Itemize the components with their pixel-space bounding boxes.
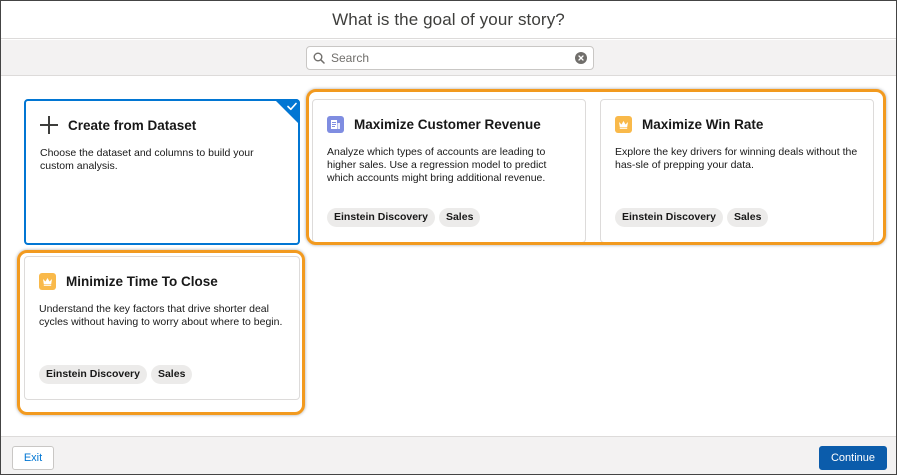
- tag: Sales: [726, 208, 769, 227]
- exit-button[interactable]: Exit: [12, 446, 54, 470]
- selected-check-icon: [274, 99, 300, 125]
- card-description: Understand the key factors that drive sh…: [39, 303, 283, 328]
- tag: Einstein Discovery: [39, 365, 147, 384]
- tag: Sales: [150, 365, 193, 384]
- report-icon: [327, 115, 344, 133]
- card-maximize-win-rate[interactable]: Maximize Win Rate Explore the key driver…: [600, 99, 874, 243]
- card-create-from-dataset[interactable]: Create from Dataset Choose the dataset a…: [24, 99, 300, 245]
- continue-button[interactable]: Continue: [819, 446, 887, 470]
- card-title: Maximize Customer Revenue: [354, 116, 541, 132]
- footer: Exit Continue: [1, 436, 896, 474]
- tag-list: Einstein Discovery Sales: [615, 208, 769, 227]
- page-header: What is the goal of your story?: [1, 1, 896, 39]
- tag: Einstein Discovery: [615, 208, 723, 227]
- card-title: Create from Dataset: [68, 117, 197, 133]
- card-maximize-customer-revenue[interactable]: Maximize Customer Revenue Analyze which …: [312, 99, 586, 243]
- crown-icon: [615, 115, 632, 133]
- search-box[interactable]: [306, 46, 594, 70]
- card-description: Analyze which types of accounts are lead…: [327, 146, 547, 184]
- card-description: Explore the key drivers for winning deal…: [615, 146, 858, 171]
- tag: Sales: [438, 208, 481, 227]
- crown-icon: [39, 272, 56, 290]
- card-title: Maximize Win Rate: [642, 116, 764, 132]
- tag: Einstein Discovery: [327, 208, 435, 227]
- plus-icon: [40, 116, 58, 134]
- story-goal-grid: Create from Dataset Choose the dataset a…: [1, 77, 896, 435]
- card-description: Choose the dataset and columns to build …: [40, 147, 254, 172]
- search-input[interactable]: [331, 48, 575, 68]
- clear-search-icon[interactable]: [575, 52, 587, 64]
- card-title: Minimize Time To Close: [66, 273, 218, 289]
- card-minimize-time-to-close[interactable]: Minimize Time To Close Understand the ke…: [24, 256, 300, 400]
- tag-list: Einstein Discovery Sales: [327, 208, 481, 227]
- tag-list: Einstein Discovery Sales: [39, 365, 193, 384]
- search-bar: [1, 40, 896, 76]
- page-title: What is the goal of your story?: [332, 9, 565, 29]
- search-icon: [313, 52, 325, 64]
